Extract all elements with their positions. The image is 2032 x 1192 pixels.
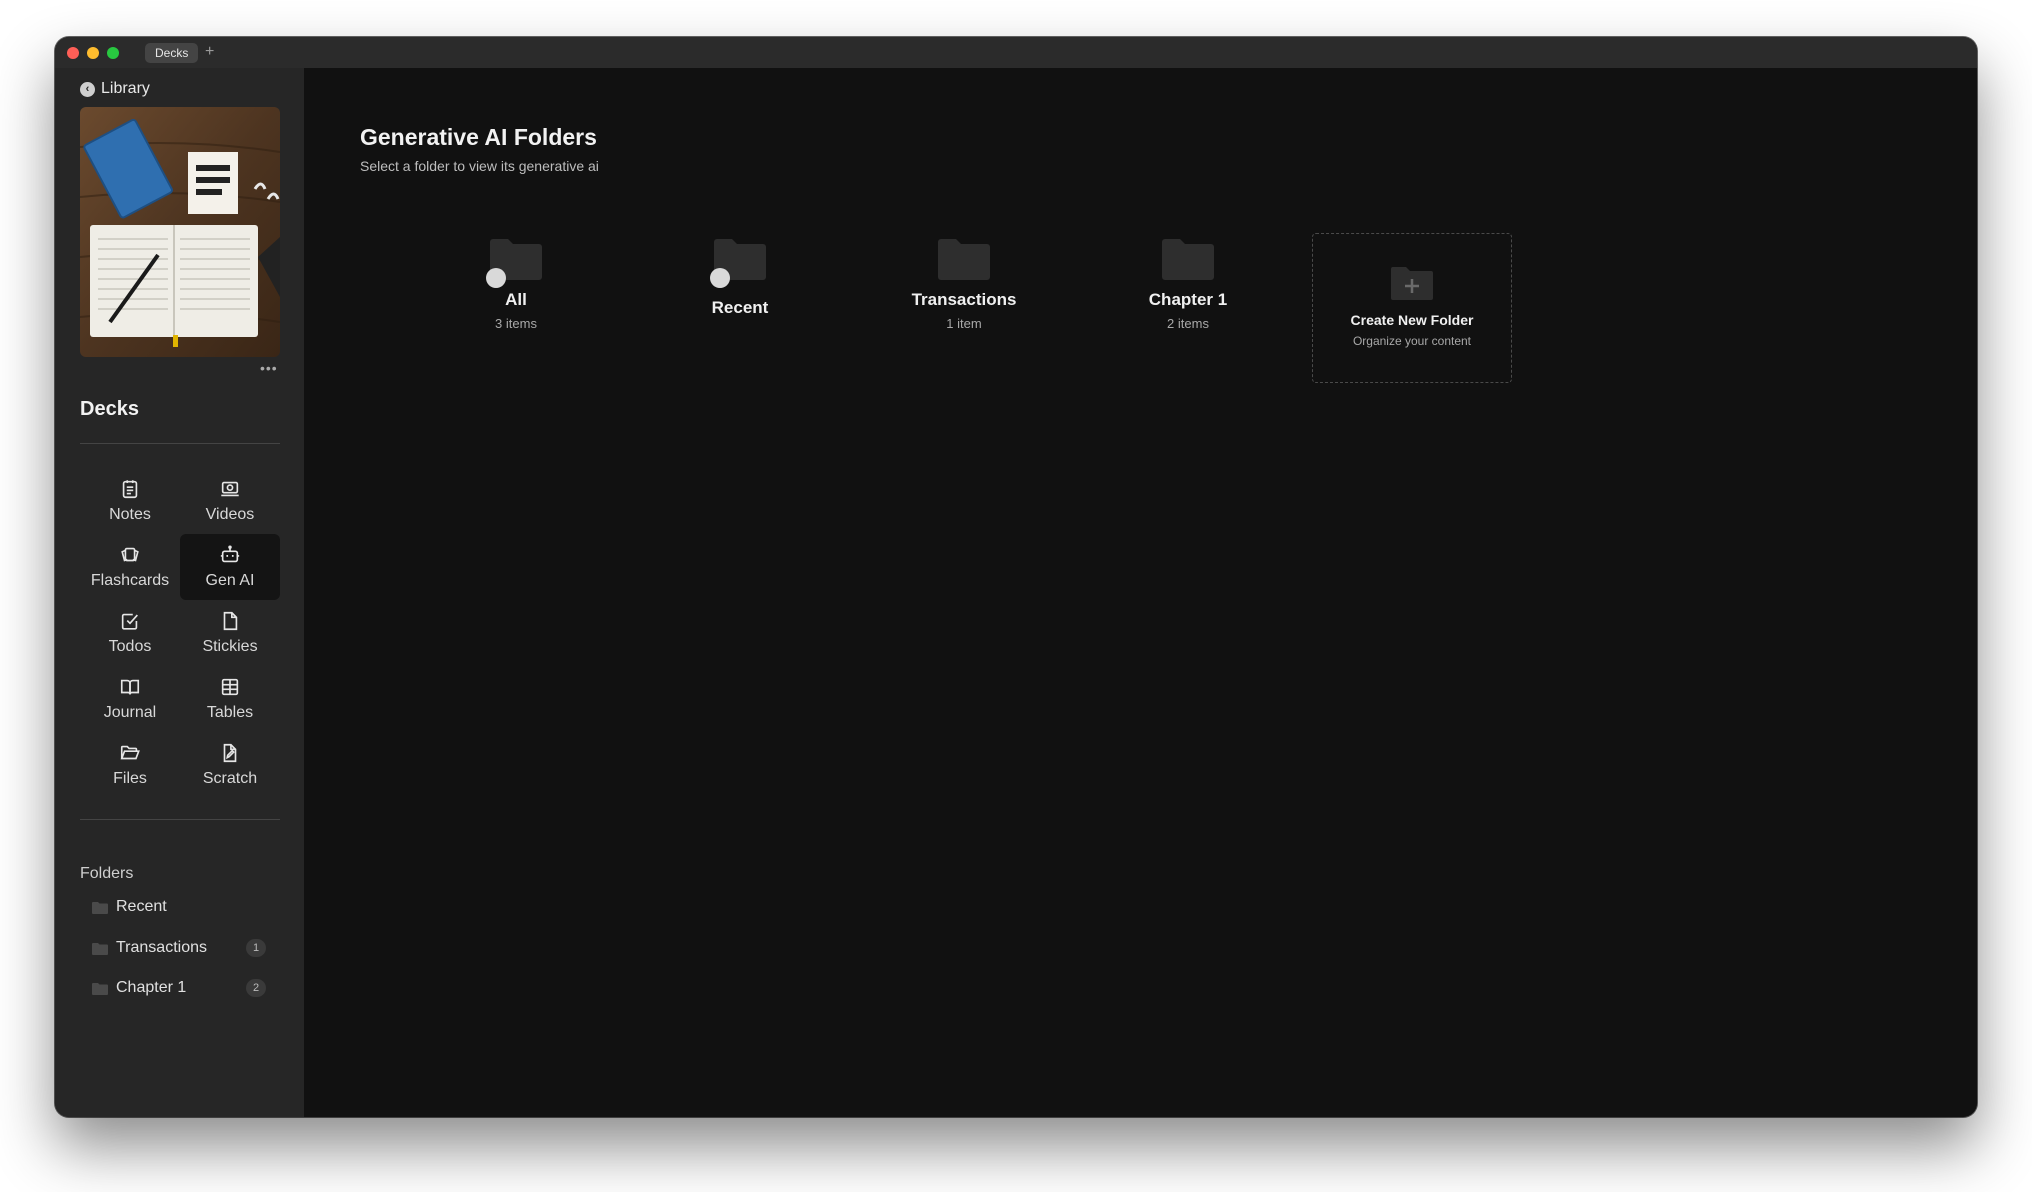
app-videos[interactable]: Videos [180,468,280,534]
deck-title: Decks [80,398,139,420]
sidebar-folder-transactions[interactable]: Transactions 1 [80,933,280,963]
app-label: Flashcards [90,572,170,589]
folder-icon [486,238,542,288]
video-icon [221,481,239,497]
app-label: Scratch [202,770,258,787]
folder-card-name: Recent [711,298,769,317]
folder-name: Transactions [116,939,207,956]
folder-icon [92,982,108,995]
zoom-window-button[interactable] [107,47,119,59]
app-gen-ai[interactable]: Gen AI [180,534,280,600]
main-content: Generative AI Folders Select a folder to… [304,68,1977,1117]
folder-card-recent[interactable]: Recent [640,216,840,368]
tab-decks[interactable]: Decks [145,43,199,63]
app-files[interactable]: Files [80,732,180,798]
app-label: Files [113,770,147,787]
globe-icon [486,268,506,288]
book-icon [120,679,140,695]
robot-icon [220,545,240,563]
count-badge: 2 [246,979,266,997]
folder-icon [938,238,990,280]
file-edit-icon [223,743,237,763]
folder-icon [92,942,108,955]
divider [80,443,280,444]
app-scratch[interactable]: Scratch [180,732,280,798]
app-label: Notes [109,506,151,523]
app-label: Tables [206,704,254,721]
page-subtitle: Select a folder to view its generative a… [360,158,599,174]
folder-plus-icon [1391,266,1433,300]
app-grid: Notes Videos Flashcards Gen AI Todos Sti… [80,468,280,798]
app-label: Gen AI [205,572,255,589]
back-arrow-icon: ‹ [80,81,95,97]
folder-icon [710,238,766,288]
flashcards-icon [121,547,139,562]
folder-open-icon [120,745,140,760]
sidebar-folder-recent[interactable]: Recent [80,892,280,922]
title-bar: Decks + [55,37,1977,69]
globe-icon [710,268,730,288]
folder-name: Recent [116,898,167,915]
create-new-folder-button[interactable]: Create New Folder Organize your content [1312,233,1512,383]
create-folder-subtitle: Organize your content [1352,334,1472,348]
sticky-note-icon [223,611,238,631]
app-label: Videos [205,506,255,523]
app-tables[interactable]: Tables [180,666,280,732]
library-back-link[interactable]: ‹ Library [80,80,150,98]
folder-card-name: All [505,290,527,309]
checkbox-icon [121,613,138,630]
folder-card-count: 3 items [495,316,537,331]
minimize-window-button[interactable] [87,47,99,59]
folder-card-name: Transactions [911,290,1017,309]
page-title: Generative AI Folders [360,124,597,150]
sidebar: ‹ Library ••• Decks Notes Videos Flashca… [55,68,304,1117]
table-icon [221,678,239,696]
close-window-button[interactable] [67,47,79,59]
sidebar-folder-chapter-1[interactable]: Chapter 1 2 [80,973,280,1003]
folder-card-transactions[interactable]: Transactions 1 item [864,216,1064,368]
app-label: Journal [103,704,157,721]
deck-more-button[interactable]: ••• [260,360,278,376]
app-journal[interactable]: Journal [80,666,180,732]
app-flashcards[interactable]: Flashcards [80,534,180,600]
folder-card-all[interactable]: All 3 items [416,216,616,368]
folder-name: Chapter 1 [116,979,187,996]
deck-cover-image[interactable] [80,107,280,357]
folder-card-count: 1 item [946,316,982,331]
folder-icon [92,901,108,914]
folder-icon [1162,238,1214,280]
folder-card-chapter-1[interactable]: Chapter 1 2 items [1088,216,1288,368]
app-label: Stickies [202,638,258,655]
app-notes[interactable]: Notes [80,468,180,534]
app-window: Decks + ‹ Library ••• Decks Notes Videos… [55,37,1977,1117]
library-label: Library [101,80,150,97]
divider [80,819,280,820]
count-badge: 1 [246,939,266,957]
new-tab-button[interactable]: + [205,42,214,62]
app-todos[interactable]: Todos [80,600,180,666]
folder-card-name: Chapter 1 [1148,290,1228,309]
app-stickies[interactable]: Stickies [180,600,280,666]
folders-heading: Folders [80,865,134,882]
app-label: Todos [108,638,152,655]
folder-card-count: 2 items [1167,316,1209,331]
notes-icon [122,480,138,499]
create-folder-title: Create New Folder [1350,312,1474,328]
